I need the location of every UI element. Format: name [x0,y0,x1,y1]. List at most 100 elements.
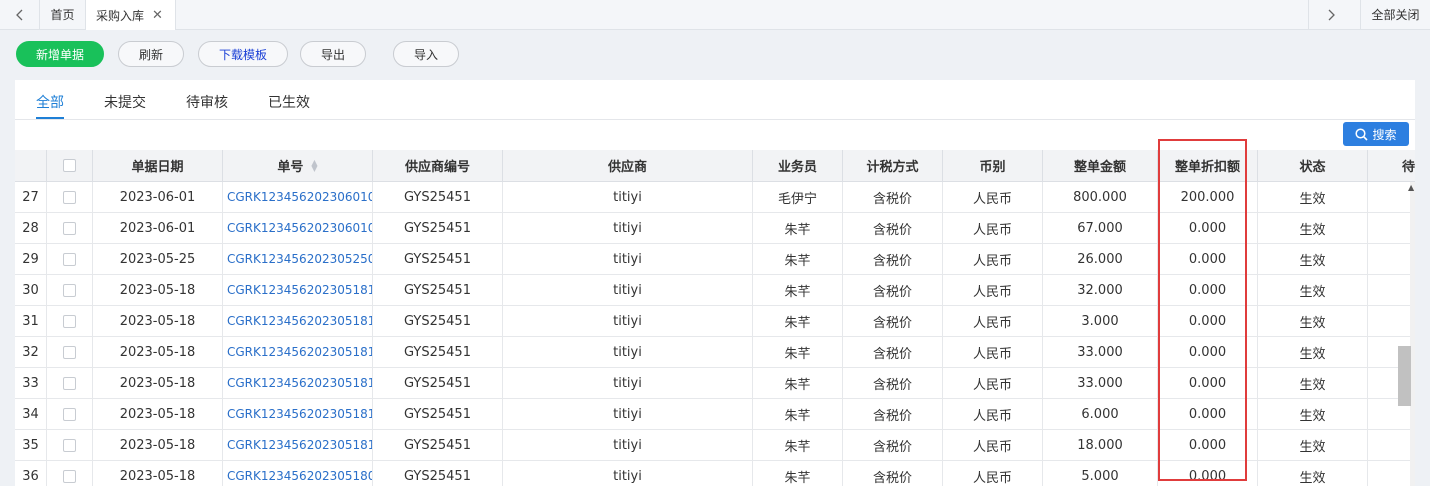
header-supplier-no: 供应商编号 [373,150,503,181]
tab-effective[interactable]: 已生效 [268,92,310,112]
cell-clerk: 朱芊 [753,399,843,429]
scroll-tabs-left-button[interactable] [0,0,40,29]
cell-supplier-no: GYS25451 [373,337,503,367]
cell-status: 生效 [1258,182,1368,212]
row-select[interactable] [47,182,93,212]
header-discount: 整单折扣额 [1158,150,1258,181]
vertical-scrollbar[interactable] [1410,182,1415,486]
cell-tax-method: 含税价 [843,182,943,212]
cell-supplier-no: GYS25451 [373,213,503,243]
cell-status: 生效 [1258,275,1368,305]
cell-status: 生效 [1258,244,1368,274]
cell-tax-method: 含税价 [843,337,943,367]
header-select-all[interactable] [47,150,93,181]
checkbox[interactable] [63,159,76,172]
cell-supplier: titiyi [503,337,753,367]
cell-code[interactable]: CGRK1234562023051814 [223,306,373,336]
tab-pending-review[interactable]: 待审核 [186,92,228,112]
checkbox[interactable] [63,283,76,297]
tab-purchase-inbound[interactable]: 采购入库 ✕ [86,0,176,30]
table-row[interactable]: 36 2023-05-18 CGRK1234562023051809 GYS25451… [15,461,1415,486]
cell-code[interactable]: CGRK1234562023051815 [223,275,373,305]
tab-home[interactable]: 首页 [40,0,86,29]
cell-code[interactable]: CGRK1234562023060101 [223,213,373,243]
row-index: 30 [15,275,47,305]
cell-code[interactable]: CGRK1234562023052501 [223,244,373,274]
row-select[interactable] [47,399,93,429]
cell-total-amount: 33.000 [1043,337,1158,367]
cell-supplier-no: GYS25451 [373,368,503,398]
table-row[interactable]: 35 2023-05-18 CGRK1234562023051810 GYS25451… [15,430,1415,461]
close-all-button[interactable]: 全部关闭 [1360,0,1430,29]
table-row[interactable]: 30 2023-05-18 CGRK1234562023051815 GYS25451… [15,275,1415,306]
cell-code[interactable]: CGRK1234562023051813 [223,337,373,367]
cell-total-amount: 26.000 [1043,244,1158,274]
table-row[interactable]: 29 2023-05-25 CGRK1234562023052501 GYS25451… [15,244,1415,275]
header-partial: 待 [1401,160,1415,175]
header-code[interactable]: 单号 ▲ ▼ [223,150,373,181]
cell-code[interactable]: CGRK1234562023060102 [223,182,373,212]
search-button[interactable]: 搜索 [1343,122,1409,146]
row-select[interactable] [47,337,93,367]
cell-discount: 0.000 [1158,306,1258,336]
checkbox[interactable] [63,376,76,390]
cell-supplier-no: GYS25451 [373,306,503,336]
table-row[interactable]: 28 2023-06-01 CGRK1234562023060101 GYS25451… [15,213,1415,244]
cell-code[interactable]: CGRK1234562023051811 [223,399,373,429]
import-button[interactable]: 导入 [393,41,459,67]
cell-currency: 人民币 [943,213,1043,243]
table-row[interactable]: 32 2023-05-18 CGRK1234562023051813 GYS25451… [15,337,1415,368]
row-select[interactable] [47,244,93,274]
checkbox[interactable] [63,469,76,483]
row-select[interactable] [47,213,93,243]
checkbox[interactable] [63,252,76,266]
checkbox[interactable] [63,438,76,452]
scroll-tabs-right-button[interactable] [1308,0,1352,29]
cell-code[interactable]: CGRK1234562023051812 [223,368,373,398]
cell-code[interactable]: CGRK1234562023051810 [223,430,373,460]
export-button[interactable]: 导出 [300,41,366,67]
checkbox[interactable] [63,314,76,328]
table-row[interactable]: 31 2023-05-18 CGRK1234562023051814 GYS25451… [15,306,1415,337]
cell-tax-method: 含税价 [843,461,943,486]
table-row[interactable]: 27 2023-06-01 CGRK1234562023060102 GYS25451… [15,182,1415,213]
row-select[interactable] [47,461,93,486]
header-index [15,150,47,181]
row-select[interactable] [47,275,93,305]
refresh-button[interactable]: 刷新 [118,41,184,67]
cell-discount: 0.000 [1158,244,1258,274]
tab-unsubmitted[interactable]: 未提交 [104,92,146,112]
row-index: 31 [15,306,47,336]
cell-tax-method: 含税价 [843,306,943,336]
cell-discount: 0.000 [1158,461,1258,486]
close-icon[interactable]: ✕ [152,8,163,23]
checkbox[interactable] [63,221,76,235]
table-row[interactable]: 33 2023-05-18 CGRK1234562023051812 GYS25451… [15,368,1415,399]
sort-icon[interactable]: ▲ ▼ [311,158,317,172]
search-icon [1355,127,1369,141]
active-tab-underline [36,117,64,119]
download-template-button[interactable]: 下载模板 [198,41,288,67]
scroll-up-icon[interactable]: ▲ [1408,183,1414,192]
tab-all[interactable]: 全部 [36,92,64,112]
row-index: 33 [15,368,47,398]
row-index: 28 [15,213,47,243]
checkbox[interactable] [63,190,76,204]
cell-code[interactable]: CGRK1234562023051809 [223,461,373,486]
cell-date: 2023-06-01 [93,213,223,243]
row-select[interactable] [47,430,93,460]
row-select[interactable] [47,368,93,398]
row-index: 27 [15,182,47,212]
row-select[interactable] [47,306,93,336]
cell-date: 2023-05-18 [93,430,223,460]
tab-label: 采购入库 [96,8,145,23]
table-row[interactable]: 34 2023-05-18 CGRK1234562023051811 GYS25451… [15,399,1415,430]
new-document-button[interactable]: 新增单据 [16,41,104,67]
cell-partial [1368,306,1415,336]
checkbox[interactable] [63,345,76,359]
cell-supplier-no: GYS25451 [373,430,503,460]
checkbox[interactable] [63,407,76,421]
cell-supplier-no: GYS25451 [373,461,503,486]
scrollbar-thumb[interactable] [1398,346,1411,406]
cell-supplier: titiyi [503,244,753,274]
